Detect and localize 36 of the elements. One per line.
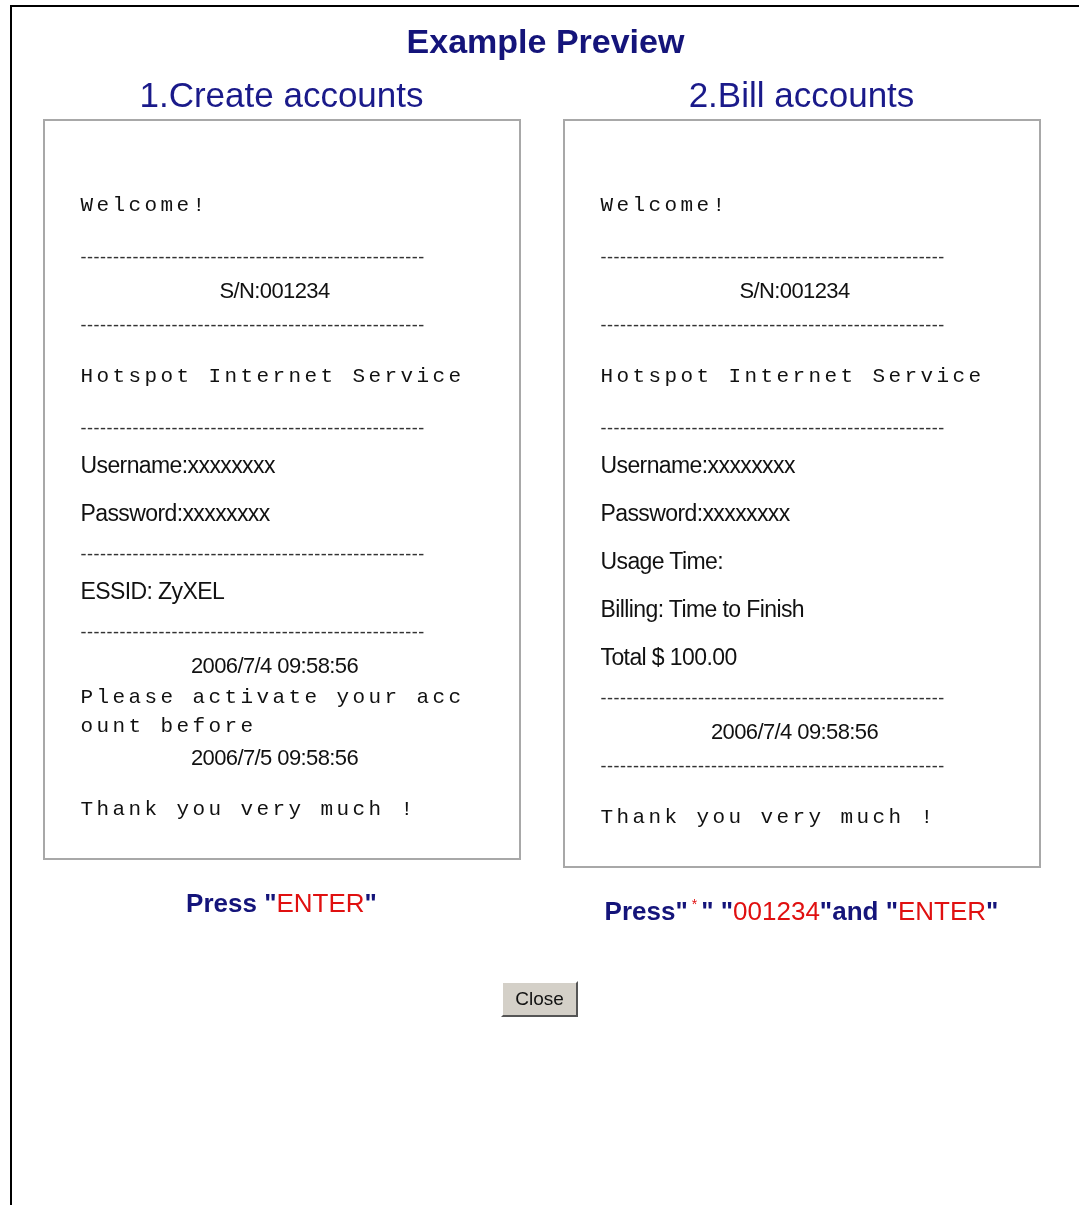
receipt-text: Please activate your account before	[80, 685, 466, 740]
receipt-text: Total $ 100.00	[600, 643, 737, 672]
close-button[interactable]: Close	[501, 981, 578, 1017]
receipt-text: ESSID: ZyXEL	[80, 577, 225, 606]
dashed-separator: -----------------------------------------------------	[600, 755, 945, 778]
receipt-text: S/N:001234	[219, 277, 330, 305]
receipt-text: S/N:001234	[739, 277, 850, 305]
dashed-separator: -----------------------------------------------------	[80, 621, 425, 644]
receipt-text: Thank you very much !	[600, 805, 937, 831]
dashed-separator: -----------------------------------------------------	[80, 314, 425, 337]
dashed-separator: -----------------------------------------------------	[600, 417, 945, 440]
dashed-separator: -----------------------------------------------------	[600, 314, 945, 337]
receipt-text: Usage Time:	[600, 547, 723, 576]
section-heading: 2.Bill accounts	[688, 75, 915, 115]
receipt-text: Password:xxxxxxxx	[600, 499, 790, 528]
dashed-separator: -----------------------------------------------------	[80, 417, 425, 440]
instruction-text: Press "ENTER"	[186, 888, 377, 919]
receipt-text: Billing: Time to Finish	[600, 595, 804, 624]
dashed-separator: -----------------------------------------------------	[600, 687, 945, 710]
receipt-text: Thank you very much !	[80, 797, 417, 823]
instruction-text: Press"*" "001234"and "ENTER"	[604, 896, 999, 927]
receipt-text: Hotspot Internet Service	[80, 364, 465, 390]
receipt-text: 2006/7/5 09:58:56	[190, 744, 359, 772]
receipt-text: Username:xxxxxxxx	[80, 451, 275, 480]
dashed-separator: -----------------------------------------------------	[80, 543, 425, 566]
receipt-text: 2006/7/4 09:58:56	[190, 652, 359, 680]
dashed-separator: -----------------------------------------------------	[80, 246, 425, 269]
section-heading: 1.Create accounts	[139, 75, 424, 115]
dashed-separator: -----------------------------------------------------	[600, 246, 945, 269]
receipt-text: Username:xxxxxxxx	[600, 451, 795, 480]
receipt-text: Password:xxxxxxxx	[80, 499, 270, 528]
receipt-text: 2006/7/4 09:58:56	[710, 718, 879, 746]
receipt-text: Hotspot Internet Service	[600, 364, 985, 390]
page-title: Example Preview	[406, 21, 685, 61]
receipt-text: Welcome!	[600, 193, 729, 219]
receipt-text: Welcome!	[80, 193, 209, 219]
